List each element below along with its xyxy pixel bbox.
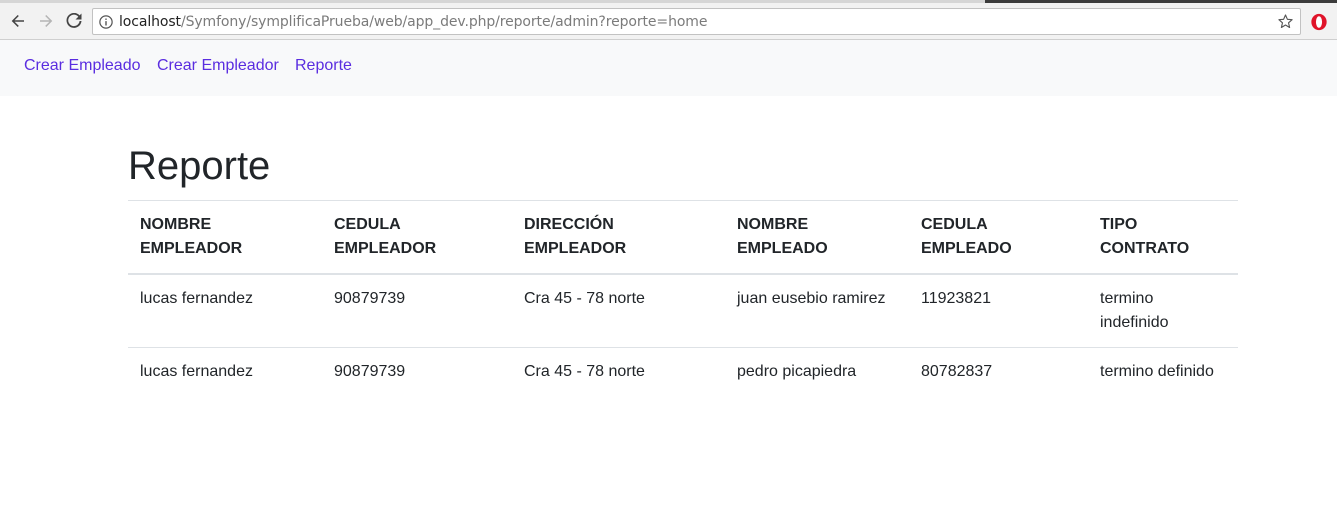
cell-cedula-empleador: 90879739 — [322, 347, 512, 396]
header-nombre-empleado: NOMBRE EMPLEADO — [725, 200, 909, 275]
forward-button[interactable] — [34, 9, 58, 33]
header-tipo-contrato: TIPO CONTRATO — [1088, 200, 1238, 275]
header-nombre-empleador: NOMBRE EMPLEADOR — [128, 200, 322, 275]
cell-direccion-empleador: Cra 45 - 78 norte — [512, 347, 725, 396]
header-direccion-empleador: DIRECCIÓN EMPLEADOR — [512, 200, 725, 275]
back-button[interactable] — [6, 9, 30, 33]
table-row: lucas fernandez 90879739 Cra 45 - 78 nor… — [128, 347, 1238, 396]
table-row: lucas fernandez 90879739 Cra 45 - 78 nor… — [128, 274, 1238, 348]
address-bar[interactable]: localhost/Symfony/symplificaPrueba/web/a… — [92, 8, 1301, 35]
nav-link-crear-empleador[interactable]: Crear Empleador — [157, 57, 279, 75]
browser-toolbar: localhost/Symfony/symplificaPrueba/web/a… — [0, 3, 1337, 40]
cell-tipo-contrato: termino indefinido — [1100, 290, 1169, 331]
cell-cedula-empleador: 90879739 — [334, 290, 406, 307]
back-arrow-icon — [11, 15, 24, 27]
cell-nombre-empleado: juan eusebio ramirez — [737, 290, 886, 307]
info-icon[interactable] — [93, 9, 119, 34]
forward-arrow-icon — [40, 15, 53, 27]
cell-nombre-empleado: pedro picapiedra — [725, 347, 909, 396]
header-cedula-empleado: CEDULA EMPLEADO — [909, 200, 1088, 275]
cell-nombre-empleador: lucas fernandez — [128, 347, 322, 396]
star-icon[interactable] — [1277, 13, 1294, 30]
cell-nombre-empleador: lucas fernandez — [140, 290, 253, 307]
report-table: NOMBRE EMPLEADOR CEDULA EMPLEADOR DIRECCIÓ… — [128, 200, 1238, 396]
nav-link-reporte[interactable]: Reporte — [295, 57, 352, 75]
cell-direccion-empleador: Cra 45 - 78 norte — [524, 290, 645, 307]
url-host: localhost — [119, 13, 181, 30]
url-path: /Symfony/symplificaPrueba/web/app_dev.ph… — [180, 13, 708, 30]
cell-tipo-contrato: termino definido — [1088, 347, 1238, 396]
table-header-row: NOMBRE EMPLEADOR CEDULA EMPLEADOR DIRECCIÓ… — [128, 200, 1238, 275]
opera-logo-icon[interactable] — [1310, 13, 1328, 31]
app-navbar: Crear Empleado Crear Empleador Reporte — [0, 40, 1337, 96]
url-text[interactable]: localhost/Symfony/symplificaPrueba/web/a… — [119, 14, 707, 30]
reload-button[interactable] — [62, 9, 86, 33]
reload-icon — [66, 13, 82, 28]
cell-cedula-empleado: 11923821 — [921, 290, 991, 307]
header-cedula-empleador: CEDULA EMPLEADOR — [322, 200, 512, 275]
page-title: Reporte — [128, 144, 271, 188]
nav-link-crear-empleado[interactable]: Crear Empleado — [24, 57, 141, 75]
cell-cedula-empleado: 80782837 — [909, 347, 1088, 396]
